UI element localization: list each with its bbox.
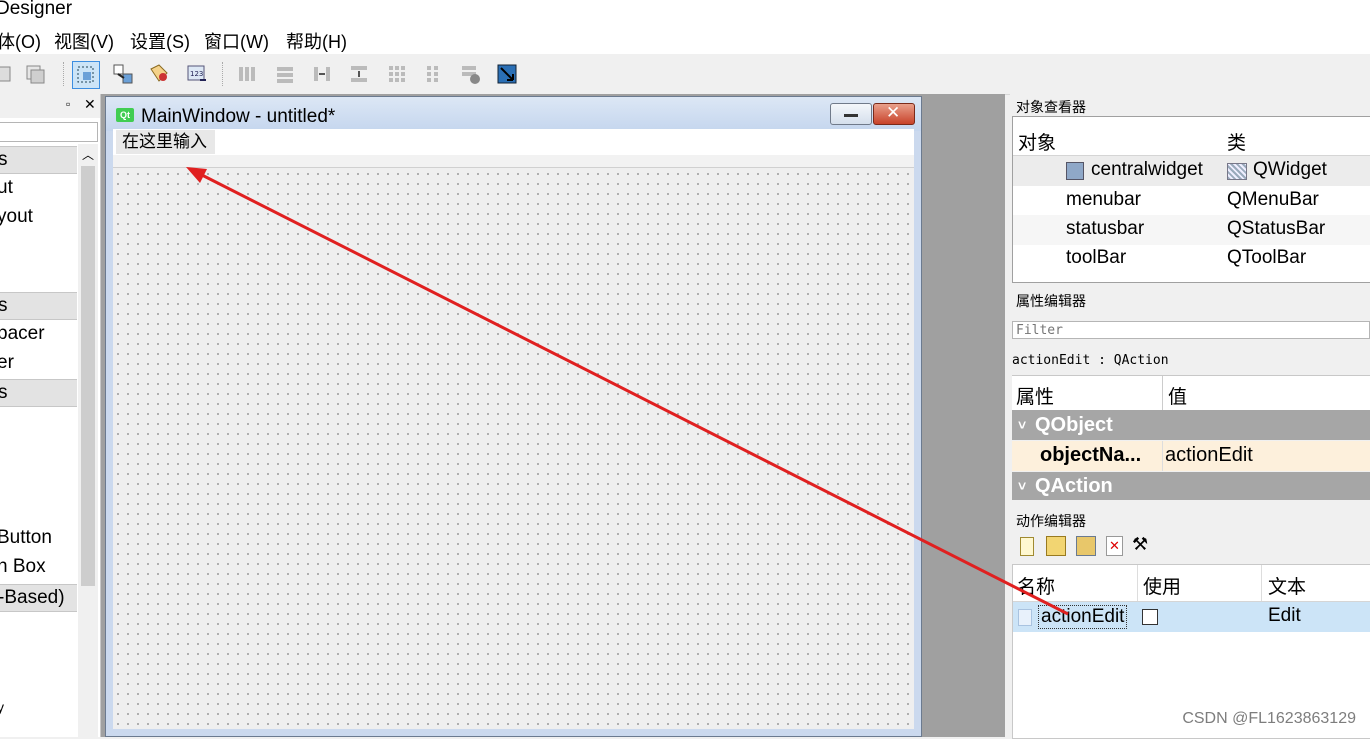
type-here-menu[interactable]: 在这里输入 [116,130,215,154]
tree-row[interactable]: centralwidget QWidget [1013,156,1370,186]
column-header-object[interactable]: 对象 [1018,128,1056,155]
scrollbar-thumb[interactable] [81,166,95,586]
action-name[interactable]: actionEdit [1038,605,1128,629]
form-title: MainWindow - untitled* [141,106,336,127]
action-editor-title: 动作编辑器 [1016,513,1086,529]
widget-box-header: ▫ ✕ [0,94,100,118]
menu-window[interactable]: 窗口(W) [204,28,269,54]
app-title-bar: Designer [0,0,1370,24]
widget-item[interactable]: n Box [0,556,46,578]
widget-category[interactable]: s [0,146,77,174]
widget-box-scrollbar[interactable]: ︿ [78,144,98,737]
layout-grid-icon[interactable] [384,61,410,87]
action-table-header: 名称 使用 文本 [1013,565,1370,602]
column-header-used[interactable]: 使用 [1143,572,1181,599]
qwidget-icon [1227,163,1247,180]
edit-widgets-icon[interactable] [72,61,100,89]
qt-logo-icon: Qt [116,108,134,122]
used-checkbox[interactable] [1142,609,1158,625]
app-title: Designer [0,0,73,19]
svg-text:123: 123 [190,70,203,78]
paste-action-icon[interactable] [1076,536,1096,556]
tree-row[interactable]: toolBar QToolBar [1013,244,1370,274]
property-group-qaction[interactable]: ˅ QAction [1012,472,1370,500]
form-window[interactable]: Qt MainWindow - untitled* ✕ 在这里输入 [105,96,922,737]
widget-icon [1066,162,1084,180]
tree-row[interactable]: statusbar QStatusBar [1013,215,1370,245]
widget-item[interactable]: er [0,352,14,374]
form-toolbar [113,155,914,168]
layout-splitter-v-icon[interactable] [346,61,372,87]
close-icon: ✕ [886,103,901,122]
property-value[interactable]: actionEdit [1165,444,1253,467]
action-text[interactable]: Edit [1268,605,1301,627]
menu-settings[interactable]: 设置(S) [130,28,190,54]
property-group-qobject[interactable]: ˅ QObject [1012,410,1370,440]
watermark: CSDN @FL1623863129 [1182,710,1356,727]
action-editor-toolbar: ✕ ⚒ [1012,530,1370,564]
adjust-size-icon[interactable] [494,61,520,87]
right-dock: 对象查看器 对象 类 centralwidget QWidget menubar… [1010,94,1370,739]
property-row[interactable]: objectNa... actionEdit [1012,441,1370,471]
layout-horizontal-icon[interactable] [234,61,260,87]
object-inspector-title: 对象查看器 [1016,99,1086,115]
edit-buddies-icon[interactable] [146,61,172,87]
object-inspector-tree: 对象 类 centralwidget QWidget menubar QMenu… [1012,116,1370,283]
layout-splitter-h-icon[interactable] [309,61,335,87]
paste-icon[interactable] [22,61,48,87]
menu-help[interactable]: 帮助(H) [286,28,347,54]
chevron-down-icon: ˅ [1018,478,1027,494]
form-canvas[interactable]: 在这里输入 [113,129,914,729]
widget-item[interactable]: Button [0,527,52,549]
column-header-property[interactable]: 属性 [1016,382,1054,409]
widget-category[interactable]: -Based) [0,584,77,612]
widget-box: ▫ ✕ s ut yout s pacer er s Button n Box … [0,94,101,737]
widget-filter-input[interactable] [0,122,98,142]
tree-row[interactable]: menubar QMenuBar [1013,186,1370,216]
menu-bar: 体(O) 视图(V) 设置(S) 窗口(W) 帮助(H) [0,24,1370,54]
property-filter-input[interactable] [1012,321,1370,339]
action-row[interactable]: actionEdit Edit [1013,602,1370,632]
widget-item[interactable]: y [0,699,4,715]
action-icon [1018,609,1032,626]
property-object-label: actionEdit : QAction [1012,353,1169,368]
property-header: 属性 值 [1012,375,1370,410]
delete-action-icon[interactable]: ✕ [1106,536,1123,556]
minimize-icon [844,114,858,117]
chevron-down-icon: ˅ [1018,417,1027,433]
widget-category[interactable]: s [0,379,77,407]
configure-action-icon[interactable]: ⚒ [1132,534,1148,555]
property-editor-title: 属性编辑器 [1016,293,1086,309]
column-header-name[interactable]: 名称 [1017,572,1055,599]
break-layout-icon[interactable] [457,61,483,87]
close-button[interactable]: ✕ [873,103,915,125]
column-header-class[interactable]: 类 [1227,128,1246,155]
form-title-bar[interactable]: Qt MainWindow - untitled* ✕ [106,97,921,131]
edit-signals-slots-icon[interactable] [110,61,136,87]
layout-vertical-icon[interactable] [272,61,298,87]
widget-item[interactable]: yout [0,206,33,228]
widget-item[interactable]: ut [0,177,13,199]
new-action-icon[interactable] [1020,537,1034,556]
minimize-button[interactable] [830,103,872,125]
menu-view[interactable]: 视图(V) [54,28,114,54]
copy-action-icon[interactable] [1046,536,1066,556]
widget-category[interactable]: s [0,292,77,320]
float-icon[interactable]: ▫ [66,97,70,111]
property-name: objectNa... [1040,444,1142,466]
chevron-up-icon[interactable]: ︿ [82,146,94,163]
column-header-value[interactable]: 值 [1168,382,1187,409]
close-icon[interactable]: ✕ [84,96,96,113]
form-menubar: 在这里输入 [113,129,914,155]
copy-icon[interactable] [0,61,18,87]
menu-form[interactable]: 体(O) [0,28,41,54]
column-header-text[interactable]: 文本 [1268,572,1306,599]
layout-form-icon[interactable] [420,61,446,87]
edit-tab-order-icon[interactable]: 123 [184,61,210,87]
widget-item[interactable]: pacer [0,323,45,345]
main-toolbar: 123 [0,54,1370,95]
